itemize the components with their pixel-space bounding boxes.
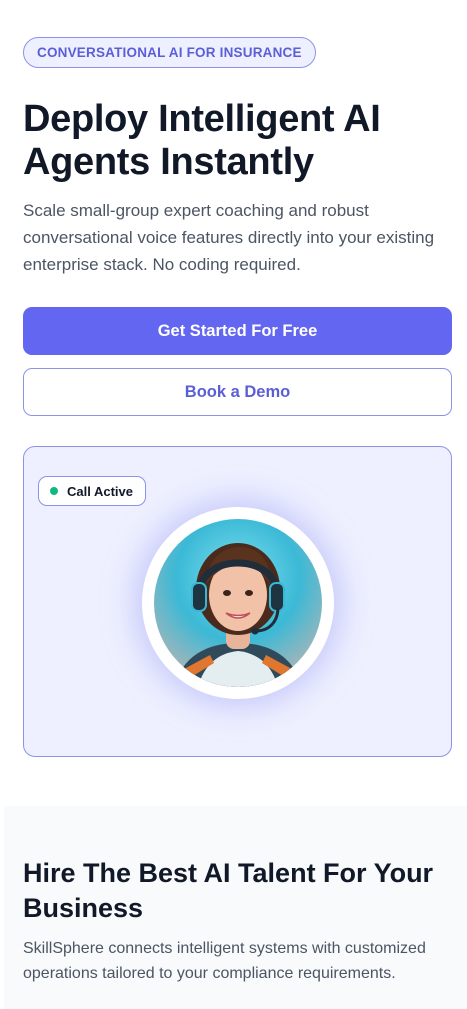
category-badge: CONVERSATIONAL AI FOR INSURANCE bbox=[23, 37, 316, 68]
agent-headset-avatar-icon bbox=[174, 543, 302, 687]
avatar-ring bbox=[142, 507, 334, 699]
status-dot-icon bbox=[50, 487, 58, 495]
talent-section-text: SkillSphere connects intelligent systems… bbox=[23, 940, 426, 982]
call-preview-card: Call Active bbox=[23, 446, 452, 757]
book-demo-button[interactable]: Book a Demo bbox=[23, 368, 452, 416]
talent-section-title: Hire The Best AI Talent For Your Busines… bbox=[23, 858, 434, 923]
talent-section: Hire The Best AI Talent For Your Busines… bbox=[4, 806, 467, 1009]
call-status-label: Call Active bbox=[67, 483, 133, 499]
get-started-button[interactable]: Get Started For Free bbox=[23, 307, 452, 355]
hero-subtitle: Scale small-group expert coaching and ro… bbox=[23, 201, 435, 274]
call-status-badge: Call Active bbox=[38, 476, 146, 506]
agent-avatar bbox=[154, 519, 322, 687]
hero-title: Deploy Intelligent AI Agents Instantly bbox=[23, 98, 381, 183]
hero-section: CONVERSATIONAL AI FOR INSURANCE Deploy I… bbox=[0, 0, 467, 757]
